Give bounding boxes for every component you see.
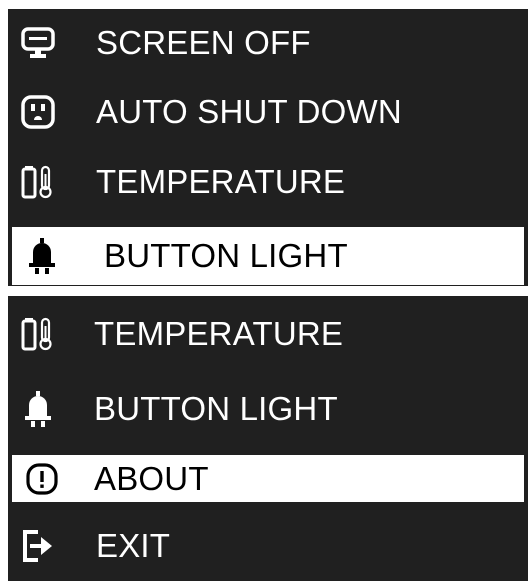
menu-item-auto-shut-down[interactable]: AUTO SHUT DOWN: [8, 77, 528, 147]
monitor-icon: [8, 9, 68, 77]
power-outlet-icon: [8, 77, 68, 147]
menu-item-label: TEMPERATURE: [94, 315, 344, 352]
battery-thermometer-icon: [8, 296, 68, 372]
menu-item-button-light[interactable]: BUTTON LIGHT: [12, 227, 524, 285]
button-light-icon: [12, 227, 72, 285]
settings-menu-top: SCREEN OFF AUTO SHUT DOWN TEMPERATURE BU…: [8, 9, 528, 286]
menu-item-temperature[interactable]: TEMPERATURE: [8, 296, 528, 372]
menu-item-temperature[interactable]: TEMPERATURE: [8, 147, 528, 217]
menu-item-label: TEMPERATURE: [96, 163, 346, 200]
menu-item-about[interactable]: ABOUT: [12, 455, 524, 502]
menu-item-label: BUTTON LIGHT: [94, 390, 338, 427]
menu-item-label: BUTTON LIGHT: [104, 237, 348, 274]
battery-thermometer-icon: [8, 147, 68, 217]
settings-menu-bottom: TEMPERATURE BUTTON LIGHT ABOUT EXIT: [8, 296, 528, 581]
menu-item-label: SCREEN OFF: [96, 24, 311, 61]
menu-item-label: ABOUT: [94, 459, 209, 497]
menu-item-screen-off[interactable]: SCREEN OFF: [8, 9, 528, 77]
menu-item-exit[interactable]: EXIT: [8, 510, 528, 581]
button-light-icon: [8, 372, 68, 446]
exit-icon: [8, 510, 68, 581]
menu-item-button-light[interactable]: BUTTON LIGHT: [8, 372, 528, 446]
menu-item-label: EXIT: [96, 526, 171, 564]
info-exclamation-icon: [12, 455, 72, 502]
menu-item-label: AUTO SHUT DOWN: [96, 93, 402, 130]
